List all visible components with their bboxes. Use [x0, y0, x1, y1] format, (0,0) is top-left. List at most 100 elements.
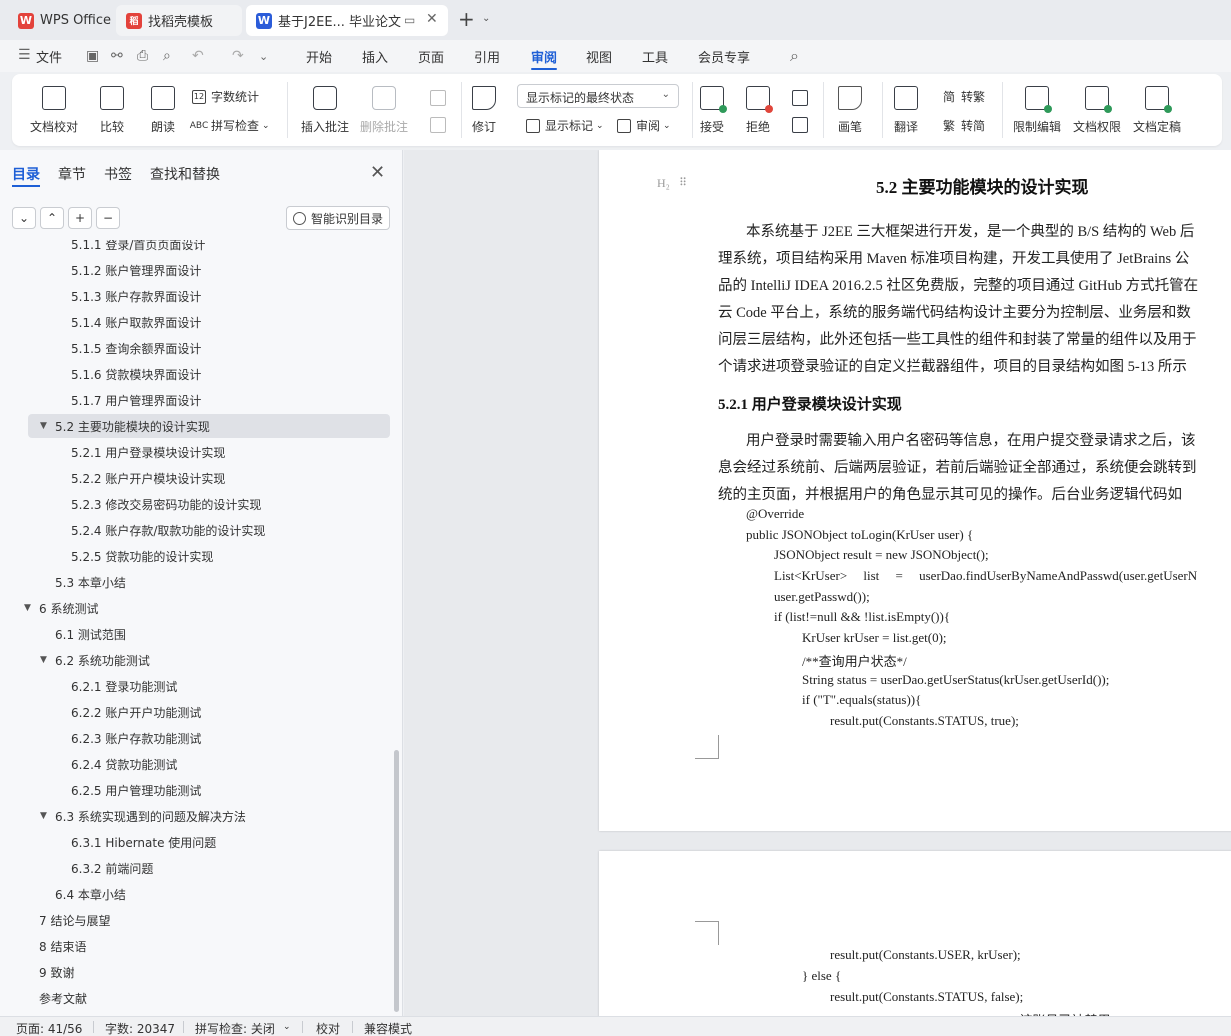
- toc-item[interactable]: 6.2.5 用户管理功能测试: [0, 778, 393, 802]
- menu-tools[interactable]: 工具: [642, 47, 668, 66]
- toc-item[interactable]: 9 致谢: [0, 960, 393, 984]
- search-icon[interactable]: ⌕: [790, 46, 799, 66]
- document-page[interactable]: H₂ ⠿ 5.2 主要功能模块的设计实现 本系统基于 J2EE 三大框架进行开发…: [599, 150, 1231, 831]
- toc-item[interactable]: 5.1.7 用户管理界面设计: [0, 388, 393, 412]
- expand-toggle-icon[interactable]: ▼: [40, 655, 47, 665]
- insert-comment-button[interactable]: 插入批注: [301, 86, 349, 135]
- expand-toggle-icon[interactable]: ▼: [24, 603, 31, 613]
- next-comment-icon[interactable]: [430, 117, 446, 133]
- review-pane-button[interactable]: 审阅 ⌄: [617, 117, 671, 134]
- markup-state-select[interactable]: 显示标记的最终状态 ⌄: [517, 84, 679, 108]
- undo-icon[interactable]: ↶: [192, 48, 204, 64]
- toc-item[interactable]: 5.2.5 贷款功能的设计实现: [0, 544, 393, 568]
- reject-button[interactable]: 拒绝: [746, 86, 773, 135]
- promote-heading-button[interactable]: +: [68, 207, 92, 229]
- toc-item[interactable]: 5.2.1 用户登录模块设计实现: [0, 440, 393, 464]
- menu-view[interactable]: 视图: [586, 47, 612, 66]
- expand-all-button[interactable]: ⌄: [12, 207, 36, 229]
- new-tab-button[interactable]: +: [458, 9, 475, 29]
- read-aloud-button[interactable]: 朗读: [151, 86, 175, 135]
- save-icon[interactable]: ▣: [86, 48, 99, 64]
- smart-toc-button[interactable]: 智能识别目录: [286, 206, 390, 230]
- demote-heading-button[interactable]: −: [96, 207, 120, 229]
- toc-item[interactable]: 5.1.3 账户存款界面设计: [0, 284, 393, 308]
- expand-toggle-icon[interactable]: ▼: [40, 811, 47, 821]
- word-count[interactable]: 字数: 20347: [105, 1020, 175, 1036]
- previous-comment-icon[interactable]: [430, 90, 446, 106]
- redo-icon[interactable]: ↷: [232, 48, 244, 64]
- print-preview-icon[interactable]: ⌕: [163, 48, 171, 64]
- menu-file[interactable]: 文件: [36, 47, 62, 66]
- toc-item[interactable]: ▼ 6 系统测试: [0, 596, 393, 620]
- doc-permission-button[interactable]: 文档权限: [1073, 86, 1121, 135]
- restrict-edit-button[interactable]: 限制编辑: [1013, 86, 1061, 135]
- proofread-button[interactable]: 文档校对: [30, 86, 78, 135]
- expand-toggle-icon[interactable]: ▼: [40, 421, 47, 431]
- toc-item[interactable]: ▼ 5.2 主要功能模块的设计实现: [28, 414, 390, 438]
- spell-check-status[interactable]: 拼写检查: 关闭: [195, 1020, 275, 1036]
- menu-member[interactable]: 会员专享: [698, 47, 750, 66]
- menu-page[interactable]: 页面: [418, 47, 444, 66]
- toc-item[interactable]: 参考文献: [0, 986, 393, 1010]
- link-icon[interactable]: ⚯: [111, 48, 123, 64]
- track-changes-button[interactable]: 修订: [472, 86, 496, 135]
- toc-item[interactable]: 6.2.3 账户存款功能测试: [0, 726, 393, 750]
- sidebar-tab-toc[interactable]: 目录: [12, 164, 40, 184]
- word-count-button[interactable]: 12 字数统计: [192, 88, 259, 105]
- close-icon[interactable]: ✕: [370, 162, 385, 183]
- translate-button[interactable]: 翻译: [894, 86, 918, 135]
- proofread-status[interactable]: 校对: [316, 1020, 340, 1036]
- previous-change-icon[interactable]: [792, 90, 808, 106]
- to-traditional-button[interactable]: 简 转繁: [942, 88, 985, 105]
- toc-item[interactable]: 8 结束语: [0, 934, 393, 958]
- chevron-down-icon[interactable]: ⌄: [283, 1022, 291, 1032]
- drag-handle-icon[interactable]: ⠿: [679, 176, 687, 189]
- show-markup-button[interactable]: 显示标记 ⌄: [526, 117, 604, 134]
- chevron-down-icon[interactable]: ⌄: [259, 50, 268, 63]
- toc-item[interactable]: 5.1.5 查询余额界面设计: [0, 336, 393, 360]
- next-change-icon[interactable]: [792, 117, 808, 133]
- toc-item[interactable]: 6.2.1 登录功能测试: [0, 674, 393, 698]
- sidebar-tab-find-replace[interactable]: 查找和替换: [150, 164, 220, 184]
- tab-wps-office[interactable]: W WPS Office: [8, 5, 112, 36]
- toc-item[interactable]: 5.3 本章小结: [0, 570, 393, 594]
- tab-document[interactable]: W 基于J2EE... 毕业论文 ▭ ✕: [246, 5, 448, 36]
- sidebar-tab-chapters[interactable]: 章节: [58, 164, 86, 184]
- page-indicator[interactable]: 页面: 41/56: [16, 1020, 82, 1036]
- toc-item[interactable]: ▼ 6.3 系统实现遇到的问题及解决方法: [0, 804, 393, 828]
- collapse-all-button[interactable]: ⌃: [40, 207, 64, 229]
- toc-item[interactable]: 6.1 测试范围: [0, 622, 393, 646]
- toc-item[interactable]: 5.1.2 账户管理界面设计: [0, 258, 393, 282]
- toc-item[interactable]: 6.2.4 贷款功能测试: [0, 752, 393, 776]
- tab-template-store[interactable]: 稻 找稻壳模板: [116, 5, 242, 36]
- to-simplified-button[interactable]: 繁 转简: [942, 117, 985, 134]
- toc-item[interactable]: 7 结论与展望: [0, 908, 393, 932]
- compare-button[interactable]: 比较: [100, 86, 124, 135]
- toc-item[interactable]: 5.2.3 修改交易密码功能的设计实现: [0, 492, 393, 516]
- menu-insert[interactable]: 插入: [362, 47, 388, 66]
- menu-start[interactable]: 开始: [306, 47, 332, 66]
- delete-comment-button[interactable]: 删除批注: [360, 86, 408, 135]
- toc-item[interactable]: 6.3.2 前端问题: [0, 856, 393, 880]
- tab-close-icon[interactable]: ✕: [426, 11, 438, 27]
- toc-item[interactable]: 5.1.6 贷款模块界面设计: [0, 362, 393, 386]
- chevron-down-icon[interactable]: ⌄: [482, 13, 490, 24]
- toc-item[interactable]: 6.4 本章小结: [0, 882, 393, 906]
- toc-item[interactable]: 5.1.1 登录/首页页面设计: [0, 240, 393, 256]
- document-page[interactable]: result.put(Constants.USER, krUser);} els…: [599, 851, 1231, 1016]
- pen-button[interactable]: 画笔: [838, 86, 862, 135]
- sidebar-scrollbar[interactable]: [394, 750, 399, 1012]
- finalize-button[interactable]: 文档定稿: [1133, 86, 1181, 135]
- hamburger-icon[interactable]: ☰: [18, 47, 31, 63]
- toc-item[interactable]: 5.2.4 账户存款/取款功能的设计实现: [0, 518, 393, 542]
- toc-item[interactable]: ▼ 6.2 系统功能测试: [0, 648, 393, 672]
- print-icon[interactable]: ⎙: [137, 48, 148, 64]
- toc-item[interactable]: 5.2.2 账户开户模块设计实现: [0, 466, 393, 490]
- menu-reference[interactable]: 引用: [474, 47, 500, 66]
- toc-item[interactable]: 5.1.4 账户取款界面设计: [0, 310, 393, 334]
- toc-item[interactable]: 6.2.2 账户开户功能测试: [0, 700, 393, 724]
- spell-check-button[interactable]: ABC 拼写检查 ⌄: [190, 117, 270, 134]
- toc-item[interactable]: 6.3.1 Hibernate 使用问题: [0, 830, 393, 854]
- menu-review[interactable]: 审阅: [531, 47, 557, 66]
- sidebar-tab-bookmarks[interactable]: 书签: [104, 164, 132, 184]
